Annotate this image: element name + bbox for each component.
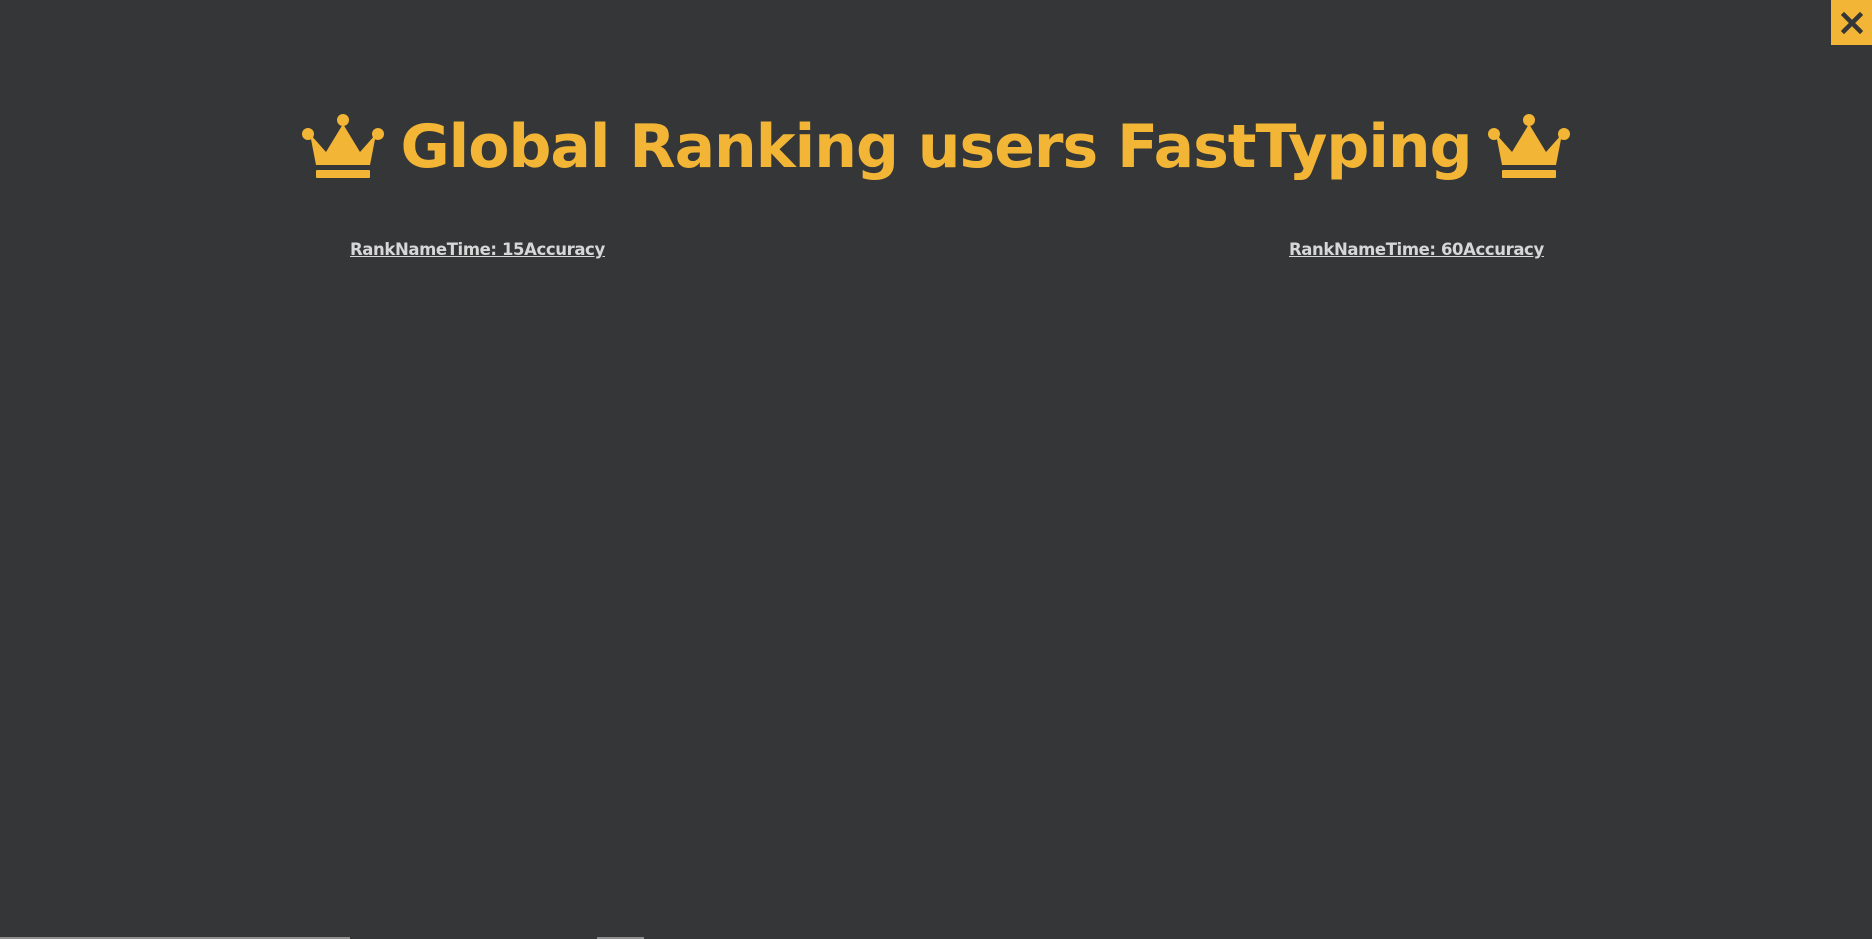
- column-rank: Rank: [350, 240, 395, 259]
- ranking-table-15-header: Rank Name Time: 15 Accuracy: [350, 239, 605, 261]
- page-title-row: Global Ranking users FastTyping: [0, 104, 1872, 190]
- ranking-table-60-header: Rank Name Time: 60 Accuracy: [1289, 239, 1544, 261]
- ranking-page: Global Ranking users FastTyping Rank Name…: [0, 0, 1872, 939]
- column-time: Time: 15: [446, 240, 525, 259]
- column-name: Name: [394, 240, 447, 259]
- column-accuracy: Accuracy: [524, 240, 605, 259]
- crown-icon: [302, 114, 385, 180]
- column-time: Time: 60: [1385, 240, 1464, 259]
- column-name: Name: [1333, 240, 1386, 259]
- crown-icon: [1487, 114, 1570, 180]
- column-accuracy: Accuracy: [1463, 240, 1544, 259]
- column-rank: Rank: [1289, 240, 1334, 259]
- page-title: Global Ranking users FastTyping: [400, 112, 1472, 182]
- close-button[interactable]: [1831, 0, 1872, 45]
- close-icon: [1840, 11, 1863, 34]
